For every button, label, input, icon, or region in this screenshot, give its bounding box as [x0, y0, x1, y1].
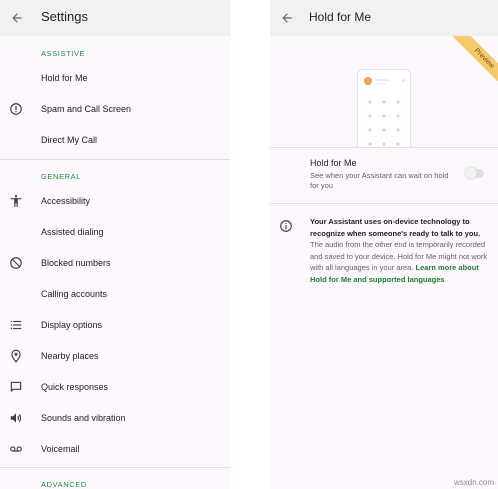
switch-knob	[465, 167, 477, 179]
settings-item-label: Sounds and vibration	[41, 413, 126, 423]
settings-item-display-options[interactable]: Display options	[0, 310, 230, 341]
block-icon	[10, 257, 22, 269]
hold-for-me-screen: Hold for Me Preview Hold for Me See when…	[270, 0, 498, 489]
hold-for-me-toggle-row[interactable]: Hold for Me See when your Assistant can …	[270, 147, 498, 199]
location-pin-icon	[11, 349, 21, 363]
back-arrow-icon[interactable]	[280, 11, 294, 25]
preview-badge: Preview	[438, 36, 498, 96]
settings-item-label: Direct My Call	[41, 135, 98, 145]
settings-item-accessibility[interactable]: Accessibility	[0, 186, 230, 217]
settings-item-calling-accounts[interactable]: Calling accounts	[0, 279, 230, 310]
setting-title: Hold for Me	[310, 158, 357, 168]
hold-for-me-settings: Hold for Me See when your Assistant can …	[270, 147, 498, 489]
settings-item-direct-my-call[interactable]: Direct My Call	[0, 125, 230, 156]
settings-item-sounds-and-vibration[interactable]: Sounds and vibration	[0, 403, 230, 434]
page-title: Settings	[41, 9, 88, 24]
voicemail-icon	[10, 446, 22, 452]
settings-item-label: Hold for Me	[41, 73, 88, 83]
info-icon	[280, 220, 292, 232]
section-header-general: GENERAL	[41, 172, 82, 181]
settings-item-label: Blocked numbers	[41, 258, 111, 268]
info-description: Your Assistant uses on-device technology…	[310, 216, 488, 285]
settings-item-label: Quick responses	[41, 382, 109, 392]
settings-item-voicemail[interactable]: Voicemail	[0, 434, 230, 465]
settings-item-label: Accessibility	[41, 196, 91, 206]
section-divider	[270, 203, 498, 204]
settings-item-quick-responses[interactable]: Quick responses	[0, 372, 230, 403]
page-title: Hold for Me	[309, 10, 372, 24]
watermark: wsxdn.com	[453, 478, 494, 487]
settings-item-label: Calling accounts	[41, 289, 108, 299]
settings-item-blocked-numbers[interactable]: Blocked numbers	[0, 248, 230, 279]
settings-item-nearby-places[interactable]: Nearby places	[0, 341, 230, 372]
settings-item-label: Voicemail	[41, 444, 80, 454]
settings-item-label: Assisted dialing	[41, 227, 104, 237]
hold-for-me-switch[interactable]	[465, 167, 484, 179]
list-icon	[10, 320, 22, 330]
accessibility-icon	[10, 195, 22, 207]
hold-for-me-app-bar: Hold for Me	[270, 0, 498, 36]
settings-item-label: Spam and Call Screen	[41, 104, 132, 114]
section-header-advanced: ADVANCED	[41, 480, 87, 489]
settings-screen: Settings ASSISTIVE Hold for Me Spam and …	[0, 0, 230, 489]
settings-app-bar: Settings	[0, 0, 230, 36]
volume-icon	[10, 413, 22, 423]
preview-badge-label: Preview	[451, 36, 498, 92]
settings-item-label: Display options	[41, 320, 103, 330]
section-divider	[0, 159, 230, 160]
back-arrow-icon[interactable]	[10, 11, 24, 25]
section-divider	[0, 467, 230, 468]
alert-circle-icon	[10, 103, 22, 115]
settings-item-spam-and-call-screen[interactable]: Spam and Call Screen	[0, 94, 230, 125]
info-bold-text: Your Assistant uses on-device technology…	[310, 217, 481, 238]
settings-item-assisted-dialing[interactable]: Assisted dialing	[0, 217, 230, 248]
settings-item-hold-for-me[interactable]: Hold for Me	[0, 63, 230, 94]
section-header-assistive: ASSISTIVE	[41, 49, 86, 58]
settings-item-label: Nearby places	[41, 351, 99, 361]
setting-subtitle: See when your Assistant can wait on hold…	[310, 171, 449, 190]
message-icon	[10, 381, 22, 392]
